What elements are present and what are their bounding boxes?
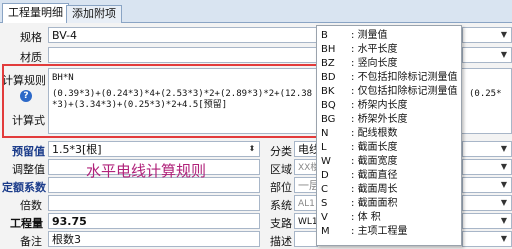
category-label: 分类 xyxy=(270,145,292,158)
desc-field[interactable] xyxy=(294,231,318,247)
adjust-label: 调整值 xyxy=(12,163,45,176)
part-field[interactable]: 一层 xyxy=(294,177,318,193)
annotation-text: 水平电线计算规则 xyxy=(86,162,207,180)
menu-item-bd[interactable]: BD: 不包括扣除标记测量值 xyxy=(321,70,458,85)
chevron-down-icon[interactable]: ▼ xyxy=(497,196,511,210)
multiple-field[interactable] xyxy=(48,195,260,211)
menu-item-m[interactable]: M: 主项工程量 xyxy=(321,224,408,239)
chevron-down-icon[interactable]: ▼ xyxy=(497,28,511,42)
reserve-label: 预留值 xyxy=(12,145,45,158)
chevron-down-icon[interactable]: ▼ xyxy=(497,214,511,228)
system-right-field[interactable]: ▼ xyxy=(462,195,512,211)
region-right-field[interactable]: ▼ xyxy=(462,159,512,175)
tab-add-attachment[interactable]: 添加附项 xyxy=(66,5,122,23)
material-field[interactable] xyxy=(48,47,318,63)
branch-right-field[interactable]: ▼ xyxy=(462,213,512,229)
region-field[interactable]: XX楼 xyxy=(294,159,318,175)
reserve-field[interactable]: 1.5*3[根] ⬍ xyxy=(48,141,260,157)
menu-item-bz[interactable]: BZ: 竖向长度 xyxy=(321,56,398,71)
spec-field[interactable]: BV-4 xyxy=(48,27,318,43)
menu-item-c[interactable]: C: 截面周长 xyxy=(321,182,398,197)
chevron-down-icon[interactable]: ▼ xyxy=(497,178,511,192)
menu-item-bg[interactable]: BG: 桥架外长度 xyxy=(321,112,408,127)
multiple-label: 倍数 xyxy=(20,199,42,212)
branch-label: 支路 xyxy=(270,217,292,230)
chevron-down-icon[interactable]: ▼ xyxy=(497,232,511,246)
menu-item-n[interactable]: N: 配线根数 xyxy=(321,126,398,141)
menu-item-d[interactable]: D: 截面直径 xyxy=(321,168,398,183)
category-right-field[interactable]: ▼ xyxy=(462,141,512,157)
chevron-down-icon[interactable]: ▼ xyxy=(497,48,511,62)
reserve-value: 1.5*3[根] xyxy=(52,143,102,156)
desc-right-field[interactable]: ▼ xyxy=(462,231,512,247)
menu-item-s[interactable]: S: 截面面积 xyxy=(321,196,398,211)
category-field[interactable]: 电线 xyxy=(294,141,318,157)
quota-label: 定额系数 xyxy=(2,181,46,194)
variable-menu: B: 测量值 BH: 水平长度 BZ: 竖向长度 BD: 不包括扣除标记测量值 … xyxy=(316,25,462,246)
menu-item-bk[interactable]: BK: 仅包括扣除标记测量值 xyxy=(321,84,458,99)
system-field[interactable]: AL1 xyxy=(294,195,318,211)
quantity-label: 工程量 xyxy=(10,217,43,230)
highlight-box xyxy=(2,64,318,138)
spec-label: 规格 xyxy=(20,31,42,44)
chevron-down-icon[interactable]: ▼ xyxy=(497,142,511,156)
menu-item-w[interactable]: W: 截面宽度 xyxy=(321,154,398,169)
menu-item-bq[interactable]: BQ: 桥架内长度 xyxy=(321,98,408,113)
remark-field[interactable]: 根数3 xyxy=(48,231,260,247)
desc-label: 描述 xyxy=(270,235,292,248)
formula-right-text: (0.25* xyxy=(469,89,502,99)
menu-item-b[interactable]: B: 测量值 xyxy=(321,28,388,43)
material-label: 材质 xyxy=(20,51,42,64)
quantity-field: 93.75 xyxy=(48,213,260,229)
region-label: 区域 xyxy=(270,163,292,176)
spec-right-field[interactable]: ▼ xyxy=(462,27,512,43)
part-right-field[interactable]: ▼ xyxy=(462,177,512,193)
menu-item-bh[interactable]: BH: 水平长度 xyxy=(321,42,398,57)
chevron-down-icon[interactable]: ▼ xyxy=(497,160,511,174)
part-label: 部位 xyxy=(270,181,292,194)
menu-item-v[interactable]: V: 体 积 xyxy=(321,210,381,225)
branch-field[interactable]: WL1 xyxy=(294,213,318,229)
tab-quantity-detail[interactable]: 工程量明细 xyxy=(2,3,69,23)
tab-bar: 工程量明细 添加附项 xyxy=(0,0,512,23)
remark-label: 备注 xyxy=(20,235,42,248)
system-label: 系统 xyxy=(270,199,292,212)
stepper-icon[interactable]: ⬍ xyxy=(245,142,259,156)
material-right-field[interactable]: ▼ xyxy=(462,47,512,63)
menu-item-l[interactable]: L: 截面长度 xyxy=(321,140,398,155)
